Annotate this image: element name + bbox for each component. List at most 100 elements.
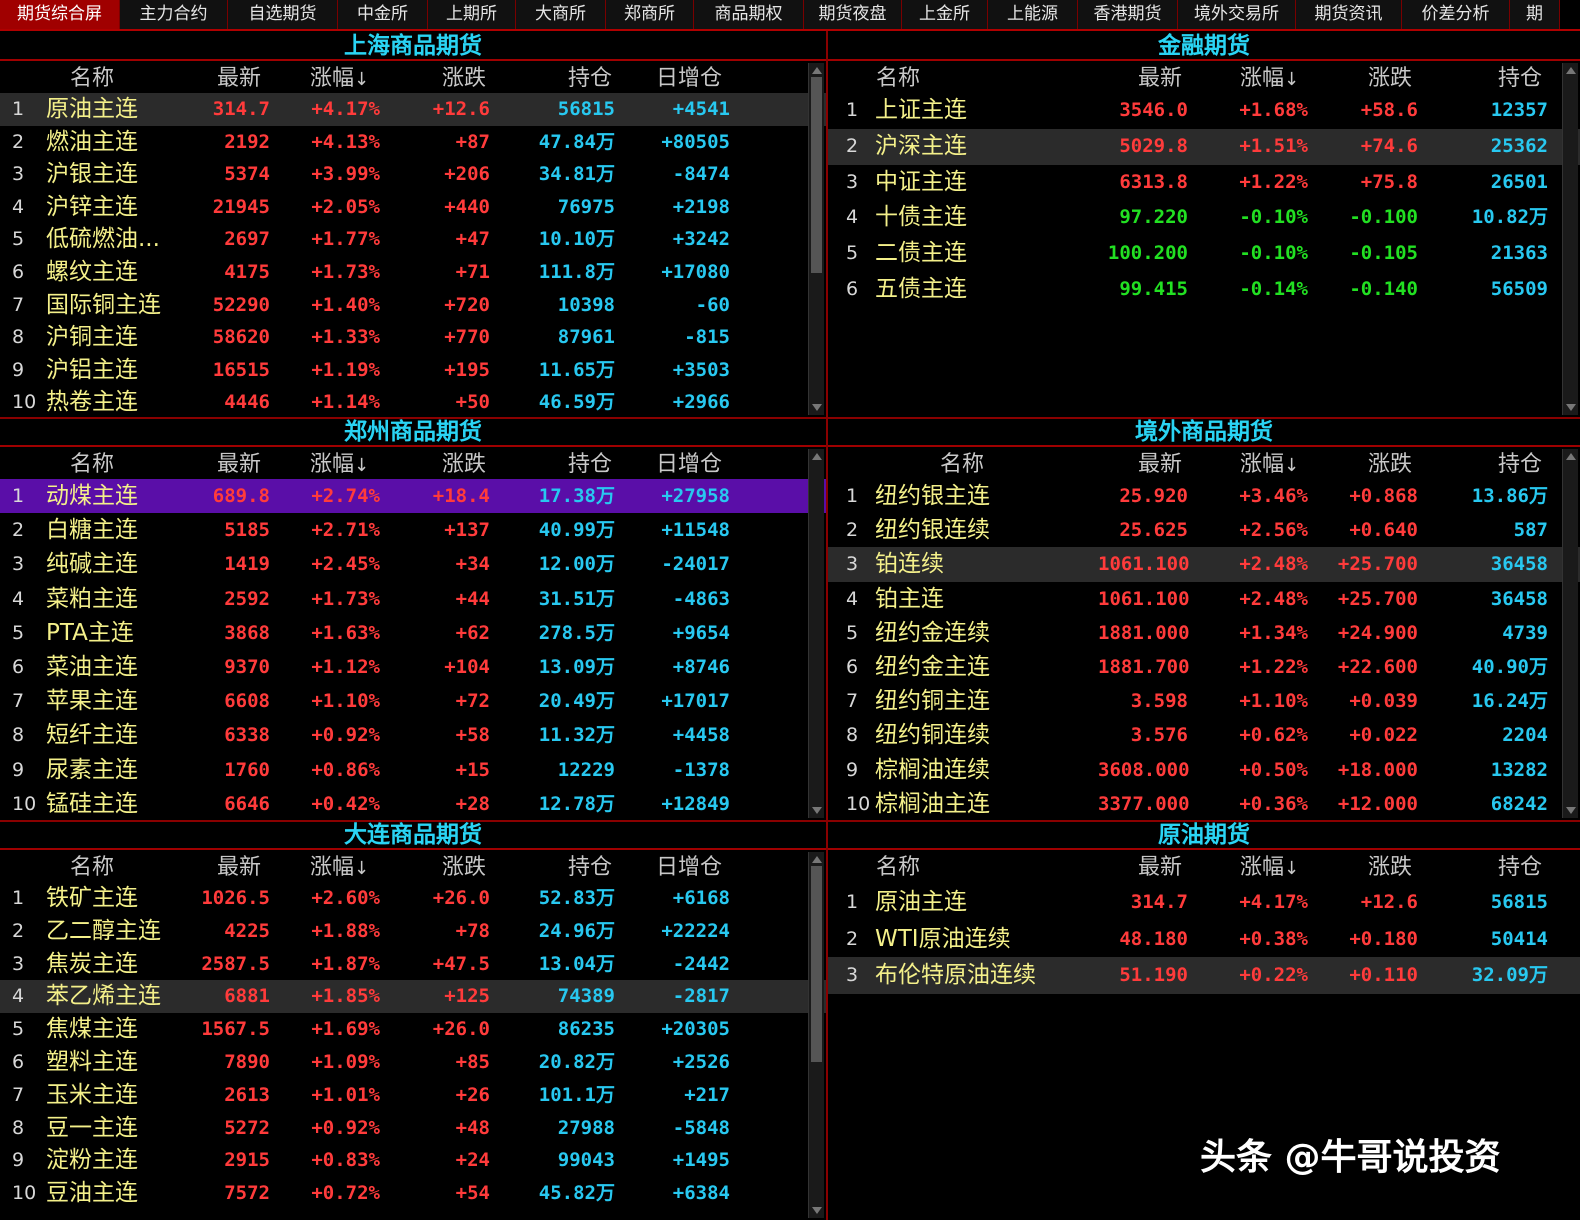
table-row[interactable]: 5 纽约金连续 1881.000 +1.34% +24.900 4739 xyxy=(828,616,1580,650)
tab-3[interactable]: 自选期货 xyxy=(228,0,338,29)
table-row[interactable]: 5 焦煤主连 1567.5 +1.69% +26.0 86235 +20305 xyxy=(0,1013,826,1046)
header-oi[interactable]: 持仓 xyxy=(568,449,612,480)
table-row[interactable]: 3 中证主连 6313.8 +1.22% +75.8 26501 xyxy=(828,165,1580,201)
scroll-down-icon[interactable] xyxy=(1566,404,1576,411)
table-row[interactable]: 1 动煤主连 689.8 +2.74% +18.4 17.38万 +27958 xyxy=(0,479,826,514)
scroll-down-icon[interactable] xyxy=(1566,807,1576,814)
table-row[interactable]: 4 苯乙烯主连 6881 +1.85% +125 74389 -2817 xyxy=(0,980,826,1014)
tab-15[interactable]: 价差分析 xyxy=(1402,0,1510,29)
table-row[interactable]: 4 铂主连 1061.100 +2.48% +25.700 36458 xyxy=(828,582,1580,616)
table-row[interactable]: 7 国际铜主连 52290 +1.40% +720 10398 -60 xyxy=(0,289,826,322)
scroll-up-icon[interactable] xyxy=(1566,67,1576,74)
table-row[interactable]: 1 上证主连 3546.0 +1.68% +58.6 12357 xyxy=(828,93,1580,129)
scroll-up-icon[interactable] xyxy=(812,67,822,74)
table-row[interactable]: 7 纽约铜主连 3.598 +1.10% +0.039 16.24万 xyxy=(828,684,1580,718)
table-row[interactable]: 3 铂连续 1061.100 +2.48% +25.700 36458 xyxy=(828,547,1580,582)
vertical-scrollbar[interactable] xyxy=(1562,63,1578,415)
table-row[interactable]: 2 纽约银连续 25.625 +2.56% +0.640 587 xyxy=(828,513,1580,547)
table-row[interactable]: 3 纯碱主连 1419 +2.45% +34 12.00万 -24017 xyxy=(0,547,826,581)
table-row[interactable]: 3 焦炭主连 2587.5 +1.87% +47.5 13.04万 -2442 xyxy=(0,948,826,981)
tab-1[interactable]: 期货综合屏 xyxy=(0,0,120,29)
table-row[interactable]: 1 原油主连 314.7 +4.17% +12.6 56815 +4541 xyxy=(0,93,826,126)
header-name[interactable]: 名称 xyxy=(876,852,920,883)
header-add[interactable]: 日增仓 xyxy=(656,449,722,480)
table-row[interactable]: 6 螺纹主连 4175 +1.73% +71 111.8万 +17080 xyxy=(0,256,826,289)
table-row[interactable]: 10 豆油主连 7572 +0.72% +54 45.82万 +6384 xyxy=(0,1177,826,1210)
table-row[interactable]: 9 尿素主连 1760 +0.86% +15 12229 -1378 xyxy=(0,753,826,787)
tab-4[interactable]: 中金所 xyxy=(338,0,428,29)
table-row[interactable]: 4 菜粕主连 2592 +1.73% +44 31.51万 -4863 xyxy=(0,582,826,616)
header-pct[interactable]: 涨幅↓ xyxy=(310,449,369,480)
tab-16[interactable]: 期 xyxy=(1510,0,1560,29)
header-name[interactable]: 名称 xyxy=(70,852,114,883)
header-name[interactable]: 名称 xyxy=(70,449,114,480)
table-row[interactable]: 7 苹果主连 6608 +1.10% +72 20.49万 +17017 xyxy=(0,684,826,718)
table-row[interactable]: 10 棕榈油主连 3377.000 +0.36% +12.000 68242 xyxy=(828,787,1580,820)
table-row[interactable]: 3 沪银主连 5374 +3.99% +206 34.81万 -8474 xyxy=(0,158,826,191)
header-last[interactable]: 最新 xyxy=(217,852,261,883)
scroll-thumb[interactable] xyxy=(811,77,822,273)
header-name[interactable]: 名称 xyxy=(70,63,114,94)
header-last[interactable]: 最新 xyxy=(217,449,261,480)
scroll-down-icon[interactable] xyxy=(812,1207,822,1214)
header-add[interactable]: 日增仓 xyxy=(656,63,722,94)
header-last[interactable]: 最新 xyxy=(1138,449,1182,480)
table-row[interactable]: 8 沪铜主连 58620 +1.33% +770 87961 -815 xyxy=(0,321,826,354)
table-row[interactable]: 5 二债主连 100.200 -0.10% -0.105 21363 xyxy=(828,236,1580,272)
table-row[interactable]: 6 菜油主连 9370 +1.12% +104 13.09万 +8746 xyxy=(0,650,826,684)
scroll-up-icon[interactable] xyxy=(812,856,822,863)
tab-12[interactable]: 香港期货 xyxy=(1078,0,1178,29)
tab-2[interactable]: 主力合约 xyxy=(120,0,228,29)
table-row[interactable]: 6 纽约金主连 1881.700 +1.22% +22.600 40.90万 xyxy=(828,650,1580,684)
table-row[interactable]: 10 热卷主连 4446 +1.14% +50 46.59万 +2966 xyxy=(0,386,826,417)
header-chg[interactable]: 涨跌 xyxy=(1368,449,1412,480)
table-row[interactable]: 2 沪深主连 5029.8 +1.51% +74.6 25362 xyxy=(828,128,1580,165)
header-pct[interactable]: 涨幅↓ xyxy=(1240,449,1299,480)
tab-14[interactable]: 期货资讯 xyxy=(1296,0,1402,29)
table-row[interactable]: 6 塑料主连 7890 +1.09% +85 20.82万 +2526 xyxy=(0,1046,826,1079)
tab-7[interactable]: 郑商所 xyxy=(606,0,694,29)
table-row[interactable]: 7 玉米主连 2613 +1.01% +26 101.1万 +217 xyxy=(0,1079,826,1112)
header-chg[interactable]: 涨跌 xyxy=(442,449,486,480)
table-row[interactable]: 4 沪锌主连 21945 +2.05% +440 76975 +2198 xyxy=(0,191,826,224)
header-chg[interactable]: 涨跌 xyxy=(1368,852,1412,883)
header-chg[interactable]: 涨跌 xyxy=(442,852,486,883)
table-row[interactable]: 10 锰硅主连 6646 +0.42% +28 12.78万 +12849 xyxy=(0,787,826,820)
tab-9[interactable]: 期货夜盘 xyxy=(804,0,902,29)
table-row[interactable]: 8 豆一主连 5272 +0.92% +48 27988 -5848 xyxy=(0,1112,826,1145)
scroll-down-icon[interactable] xyxy=(812,807,822,814)
header-oi[interactable]: 持仓 xyxy=(1498,63,1542,94)
header-last[interactable]: 最新 xyxy=(217,63,261,94)
tab-13[interactable]: 境外交易所 xyxy=(1178,0,1296,29)
scroll-up-icon[interactable] xyxy=(812,453,822,460)
table-row[interactable]: 3 布伦特原油连续 51.190 +0.22% +0.110 32.09万 xyxy=(828,957,1580,994)
tab-6[interactable]: 大商所 xyxy=(516,0,606,29)
table-row[interactable]: 2 乙二醇主连 4225 +1.88% +78 24.96万 +22224 xyxy=(0,915,826,948)
table-row[interactable]: 6 五债主连 99.415 -0.14% -0.140 56509 xyxy=(828,272,1580,308)
scroll-up-icon[interactable] xyxy=(1566,453,1576,460)
header-oi[interactable]: 持仓 xyxy=(568,852,612,883)
table-row[interactable]: 2 WTI原油连续 48.180 +0.38% +0.180 50414 xyxy=(828,921,1580,958)
tab-5[interactable]: 上期所 xyxy=(428,0,516,29)
table-row[interactable]: 9 淀粉主连 2915 +0.83% +24 99043 +1495 xyxy=(0,1144,826,1177)
table-row[interactable]: 9 沪铝主连 16515 +1.19% +195 11.65万 +3503 xyxy=(0,354,826,387)
scroll-down-icon[interactable] xyxy=(812,404,822,411)
table-row[interactable]: 5 PTA主连 3868 +1.63% +62 278.5万 +9654 xyxy=(0,616,826,650)
table-row[interactable]: 2 白糖主连 5185 +2.71% +137 40.99万 +11548 xyxy=(0,513,826,547)
header-pct[interactable]: 涨幅↓ xyxy=(1240,852,1299,883)
table-row[interactable]: 8 短纤主连 6338 +0.92% +58 11.32万 +4458 xyxy=(0,718,826,752)
table-row[interactable]: 5 低硫燃油... 2697 +1.77% +47 10.10万 +3242 xyxy=(0,223,826,256)
header-oi[interactable]: 持仓 xyxy=(1498,449,1542,480)
table-row[interactable]: 1 铁矿主连 1026.5 +2.60% +26.0 52.83万 +6168 xyxy=(0,882,826,915)
header-add[interactable]: 日增仓 xyxy=(656,852,722,883)
tab-10[interactable]: 上金所 xyxy=(902,0,988,29)
table-row[interactable]: 9 棕榈油连续 3608.000 +0.50% +18.000 13282 xyxy=(828,753,1580,787)
header-pct[interactable]: 涨幅↓ xyxy=(310,63,369,94)
header-name[interactable]: 名称 xyxy=(876,63,920,94)
table-row[interactable]: 1 原油主连 314.7 +4.17% +12.6 56815 xyxy=(828,884,1580,921)
header-oi[interactable]: 持仓 xyxy=(568,63,612,94)
header-oi[interactable]: 持仓 xyxy=(1498,852,1542,883)
table-row[interactable]: 4 十债主连 97.220 -0.10% -0.100 10.82万 xyxy=(828,200,1580,236)
header-name[interactable]: 名称 xyxy=(940,449,984,480)
vertical-scrollbar[interactable] xyxy=(808,852,824,1218)
